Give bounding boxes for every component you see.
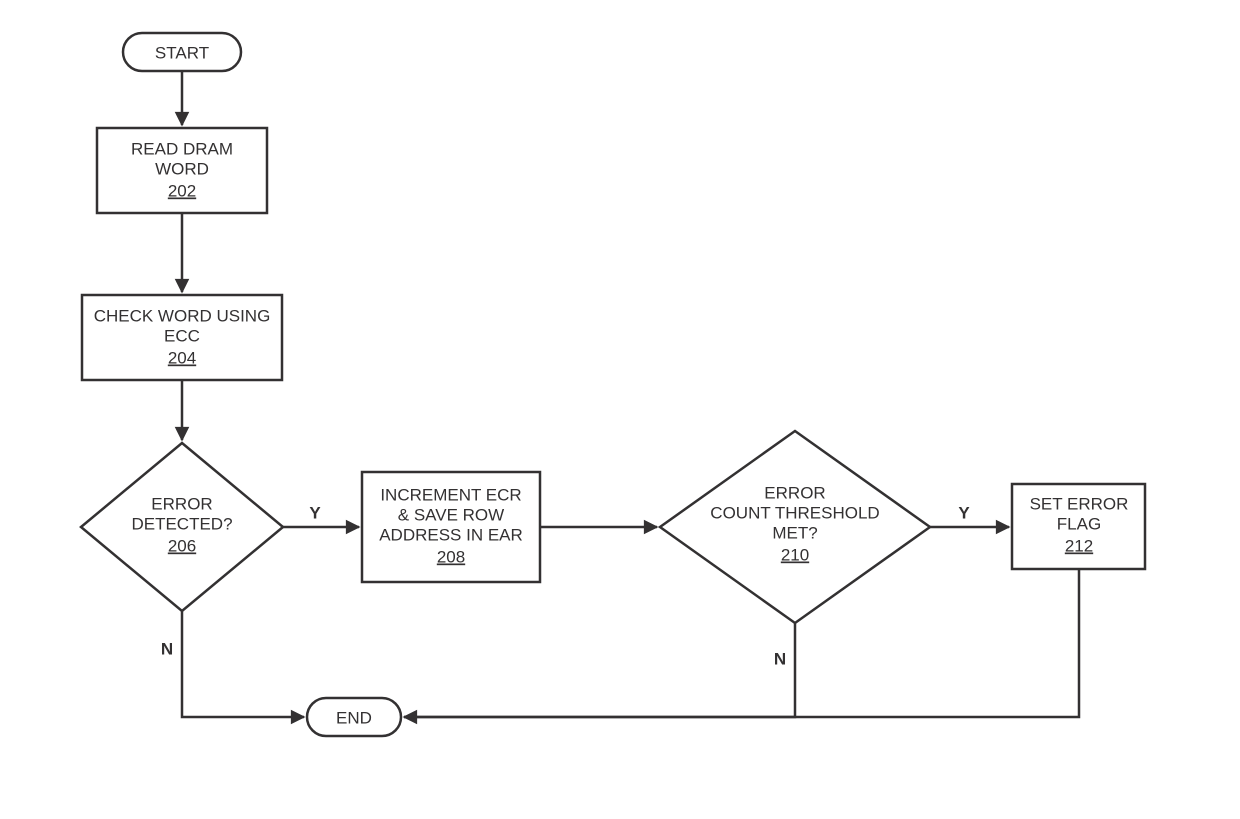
incr-line2: & SAVE ROW	[398, 505, 504, 524]
detect-ref: 206	[168, 536, 196, 555]
label-detect-yes: Y	[309, 503, 321, 522]
flag-line1: SET ERROR	[1030, 494, 1129, 513]
node-end: END	[307, 698, 401, 736]
flag-line2: FLAG	[1057, 514, 1101, 533]
edge-detect-no	[182, 611, 304, 717]
label-detect-no: N	[161, 639, 173, 658]
detect-line1: ERROR	[151, 494, 212, 513]
check-ref: 204	[168, 348, 196, 367]
label-thresh-no: N	[774, 649, 786, 668]
edge-flag-end	[404, 569, 1079, 717]
check-line1: CHECK WORD USING	[94, 306, 271, 325]
node-threshold-met: ERROR COUNT THRESHOLD MET? 210	[660, 431, 930, 623]
read-line2: WORD	[155, 159, 209, 178]
node-start: START	[123, 33, 241, 71]
node-set-error-flag: SET ERROR FLAG 212	[1012, 484, 1145, 569]
thresh-line3: MET?	[772, 523, 817, 542]
edge-thresh-no	[404, 623, 795, 717]
detect-line2: DETECTED?	[131, 514, 232, 533]
thresh-ref: 210	[781, 545, 809, 564]
label-thresh-yes: Y	[958, 503, 970, 522]
incr-ref: 208	[437, 547, 465, 566]
thresh-line1: ERROR	[764, 483, 825, 502]
incr-line1: INCREMENT ECR	[380, 485, 521, 504]
start-label: START	[155, 43, 209, 62]
thresh-line2: COUNT THRESHOLD	[710, 503, 879, 522]
flag-ref: 212	[1065, 536, 1093, 555]
check-line2: ECC	[164, 326, 200, 345]
flowchart-canvas: START READ DRAM WORD 202 CHECK WORD USIN…	[0, 0, 1240, 819]
read-line1: READ DRAM	[131, 139, 233, 158]
node-read-dram-word: READ DRAM WORD 202	[97, 128, 267, 213]
node-increment-ecr: INCREMENT ECR & SAVE ROW ADDRESS IN EAR …	[362, 472, 540, 582]
read-ref: 202	[168, 181, 196, 200]
end-label: END	[336, 708, 372, 727]
node-error-detected: ERROR DETECTED? 206	[81, 443, 283, 611]
incr-line3: ADDRESS IN EAR	[379, 525, 523, 544]
node-check-word-ecc: CHECK WORD USING ECC 204	[82, 295, 282, 380]
